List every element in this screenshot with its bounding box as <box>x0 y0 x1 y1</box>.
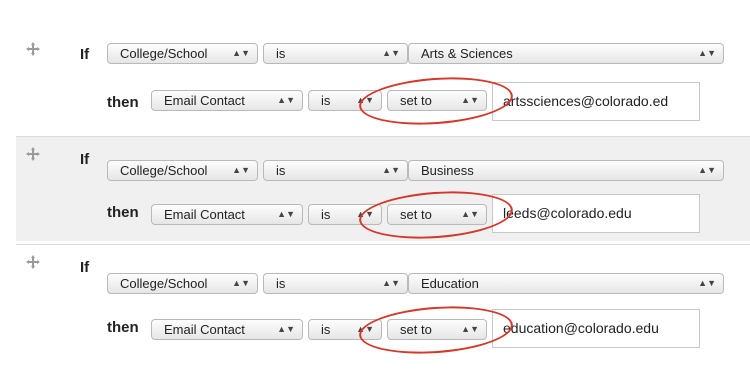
action-field-value: Email Contact <box>164 93 245 108</box>
up-down-arrows-icon: ▲▼ <box>698 48 716 58</box>
action-field-value: Email Contact <box>164 322 245 337</box>
condition-operator-value: is <box>276 46 286 61</box>
condition-operator-select[interactable]: is ▲▼ <box>263 160 408 181</box>
action-mode-select[interactable]: set to ▲▼ <box>387 204 487 225</box>
condition-value-text: Education <box>421 276 479 291</box>
condition-field-value: College/School <box>120 46 208 61</box>
move-handle-icon[interactable] <box>25 146 41 162</box>
up-down-arrows-icon: ▲▼ <box>382 48 400 58</box>
condition-value-select[interactable]: Business ▲▼ <box>408 160 724 181</box>
action-mode-value: set to <box>400 322 432 337</box>
if-keyword: If <box>80 259 90 276</box>
move-handle-icon[interactable] <box>25 41 41 57</box>
condition-field-value: College/School <box>120 163 208 178</box>
email-value-input[interactable]: education@colorado.edu <box>492 309 700 348</box>
up-down-arrows-icon: ▲▼ <box>232 278 250 288</box>
up-down-arrows-icon: ▲▼ <box>461 209 479 219</box>
up-down-arrows-icon: ▲▼ <box>461 95 479 105</box>
condition-operator-value: is <box>276 163 286 178</box>
action-mode-value: set to <box>400 93 432 108</box>
action-operator-select[interactable]: is ▲▼ <box>308 90 382 111</box>
condition-value-select[interactable]: Education ▲▼ <box>408 273 724 294</box>
action-operator-select[interactable]: is ▲▼ <box>308 319 382 340</box>
then-keyword: then <box>107 204 139 221</box>
action-field-select[interactable]: Email Contact ▲▼ <box>151 204 303 225</box>
up-down-arrows-icon: ▲▼ <box>232 165 250 175</box>
rule-row: If College/School ▲▼ is ▲▼ Business ▲▼ t… <box>16 137 750 244</box>
action-mode-select[interactable]: set to ▲▼ <box>387 90 487 111</box>
up-down-arrows-icon: ▲▼ <box>277 95 295 105</box>
condition-operator-select[interactable]: is ▲▼ <box>263 273 408 294</box>
condition-operator-value: is <box>276 276 286 291</box>
action-field-value: Email Contact <box>164 207 245 222</box>
up-down-arrows-icon: ▲▼ <box>277 209 295 219</box>
email-value-input[interactable]: artssciences@colorado.ed <box>492 82 700 121</box>
condition-value-select[interactable]: Arts & Sciences ▲▼ <box>408 43 724 64</box>
up-down-arrows-icon: ▲▼ <box>356 95 374 105</box>
up-down-arrows-icon: ▲▼ <box>382 278 400 288</box>
if-keyword: If <box>80 151 90 168</box>
condition-value-text: Arts & Sciences <box>421 46 513 61</box>
up-down-arrows-icon: ▲▼ <box>232 48 250 58</box>
rule-row: If College/School ▲▼ is ▲▼ Education ▲▼ … <box>16 245 750 359</box>
up-down-arrows-icon: ▲▼ <box>698 165 716 175</box>
move-handle-icon[interactable] <box>25 254 41 270</box>
action-field-select[interactable]: Email Contact ▲▼ <box>151 90 303 111</box>
condition-field-select[interactable]: College/School ▲▼ <box>107 43 258 64</box>
then-keyword: then <box>107 319 139 336</box>
up-down-arrows-icon: ▲▼ <box>698 278 716 288</box>
up-down-arrows-icon: ▲▼ <box>356 209 374 219</box>
up-down-arrows-icon: ▲▼ <box>461 324 479 334</box>
action-operator-value: is <box>321 322 331 337</box>
action-operator-value: is <box>321 207 331 222</box>
up-down-arrows-icon: ▲▼ <box>356 324 374 334</box>
condition-field-select[interactable]: College/School ▲▼ <box>107 160 258 181</box>
condition-field-select[interactable]: College/School ▲▼ <box>107 273 258 294</box>
if-keyword: If <box>80 46 90 63</box>
up-down-arrows-icon: ▲▼ <box>382 165 400 175</box>
action-operator-select[interactable]: is ▲▼ <box>308 204 382 225</box>
action-mode-value: set to <box>400 207 432 222</box>
rule-row: If College/School ▲▼ is ▲▼ Arts & Scienc… <box>16 32 750 136</box>
email-value-input[interactable]: leeds@colorado.edu <box>492 194 700 233</box>
condition-field-value: College/School <box>120 276 208 291</box>
up-down-arrows-icon: ▲▼ <box>277 324 295 334</box>
condition-value-text: Business <box>421 163 474 178</box>
action-field-select[interactable]: Email Contact ▲▼ <box>151 319 303 340</box>
action-operator-value: is <box>321 93 331 108</box>
condition-operator-select[interactable]: is ▲▼ <box>263 43 408 64</box>
action-mode-select[interactable]: set to ▲▼ <box>387 319 487 340</box>
then-keyword: then <box>107 94 139 111</box>
